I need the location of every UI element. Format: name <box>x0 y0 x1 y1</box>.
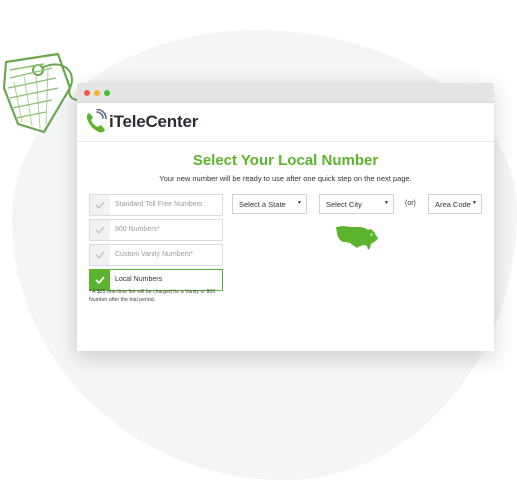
site-logo[interactable]: iTeleCenter <box>109 112 198 132</box>
page-subtitle: Your new number will be ready to use aft… <box>159 174 412 183</box>
dropdown-arrow-icon: ▼ <box>297 200 302 206</box>
dropdown-arrow-icon: ▼ <box>384 200 389 206</box>
checkmark-icon <box>90 195 110 215</box>
or-separator: (or) <box>405 200 416 207</box>
state-select-label: Select a State <box>239 200 286 209</box>
site-header: iTeleCenter <box>77 103 494 142</box>
option-label: 800 Numbers* <box>115 226 160 233</box>
state-select[interactable]: Select a State ▼ <box>232 194 307 214</box>
page-title: Select Your Local Number <box>192 152 379 169</box>
phone-icon <box>86 109 107 133</box>
option-label: Local Numbers <box>115 276 163 283</box>
option-standard-toll-free[interactable]: Standard Toll Free Numbers <box>89 194 223 216</box>
number-type-options: Standard Toll Free Numbers 800 Numbers* … <box>89 194 223 294</box>
dropdown-arrow-icon: ▼ <box>472 200 477 206</box>
checkmark-icon <box>90 220 110 240</box>
option-label: Standard Toll Free Numbers <box>115 201 203 208</box>
checkmark-icon <box>90 270 110 290</box>
close-window-button[interactable] <box>84 90 90 96</box>
option-label: Custom Vanity Numbers* <box>115 251 194 258</box>
pricing-footnote: * A $25 one-time fee will be charged for… <box>89 289 216 303</box>
checkmark-icon <box>90 245 110 265</box>
city-select[interactable]: Select City ▼ <box>319 194 394 214</box>
area-code-select-label: Area Code <box>435 200 471 209</box>
maximize-window-button[interactable] <box>104 90 110 96</box>
page-background: iTeleCenter Select Your Local Number You… <box>0 0 517 480</box>
minimize-window-button[interactable] <box>94 90 100 96</box>
browser-window: iTeleCenter Select Your Local Number You… <box>77 83 494 351</box>
option-800-numbers[interactable]: 800 Numbers* <box>89 219 223 241</box>
city-select-label: Select City <box>326 200 362 209</box>
us-map-icon <box>336 226 378 250</box>
browser-titlebar <box>77 83 494 103</box>
area-code-select[interactable]: Area Code ▼ <box>428 194 482 214</box>
option-custom-vanity[interactable]: Custom Vanity Numbers* <box>89 244 223 266</box>
